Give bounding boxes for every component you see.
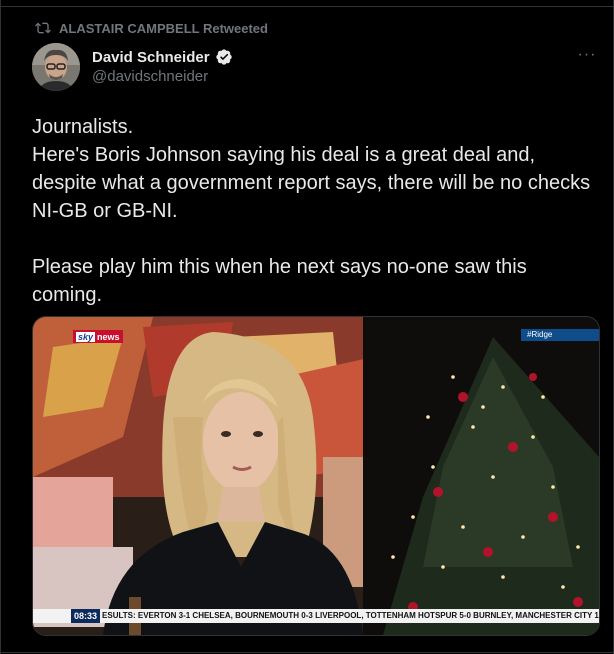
- retweet-icon: [35, 22, 51, 34]
- user-handle[interactable]: @davidschneider: [92, 68, 233, 85]
- more-icon[interactable]: ···: [575, 47, 599, 66]
- tweet-line: Please play him this when he next says n…: [32, 256, 527, 306]
- tweet-line: Here's Boris Johnson saying his deal is …: [32, 144, 591, 222]
- verified-badge-icon: [215, 49, 232, 65]
- video-thumbnail[interactable]: sky news #Ridge 08:33 ESULTS: EVERTON 3-…: [32, 316, 600, 636]
- display-name[interactable]: David Schneider: [92, 49, 210, 66]
- tweet-text: Journalists. Here's Boris Johnson saying…: [32, 113, 602, 309]
- top-divider: [1, 6, 614, 7]
- news-ticker: 08:33 ESULTS: EVERTON 3-1 CHELSEA, BOURN…: [33, 609, 599, 623]
- tweet-card[interactable]: ALASTAIR CAMPBELL Retweeted David Schnei…: [0, 0, 614, 654]
- sky-news-logo: sky news: [73, 330, 123, 343]
- ticker-time: 08:33: [71, 609, 101, 623]
- ticker-text: ESULTS: EVERTON 3-1 CHELSEA, BOURNEMOUTH…: [102, 611, 599, 620]
- retweet-label: ALASTAIR CAMPBELL Retweeted: [59, 20, 268, 36]
- programme-hashtag: #Ridge: [521, 329, 599, 341]
- avatar-photo: [32, 43, 80, 91]
- bottom-divider: [1, 652, 614, 653]
- retweet-context[interactable]: ALASTAIR CAMPBELL Retweeted: [35, 18, 268, 38]
- author-block: David Schneider @davidschneider: [92, 48, 233, 85]
- avatar[interactable]: [32, 43, 80, 91]
- tweet-line: Journalists.: [32, 116, 134, 138]
- news-logo-text: news: [97, 331, 120, 342]
- sky-logo-text: sky: [76, 331, 96, 342]
- video-frame-image: [33, 317, 599, 635]
